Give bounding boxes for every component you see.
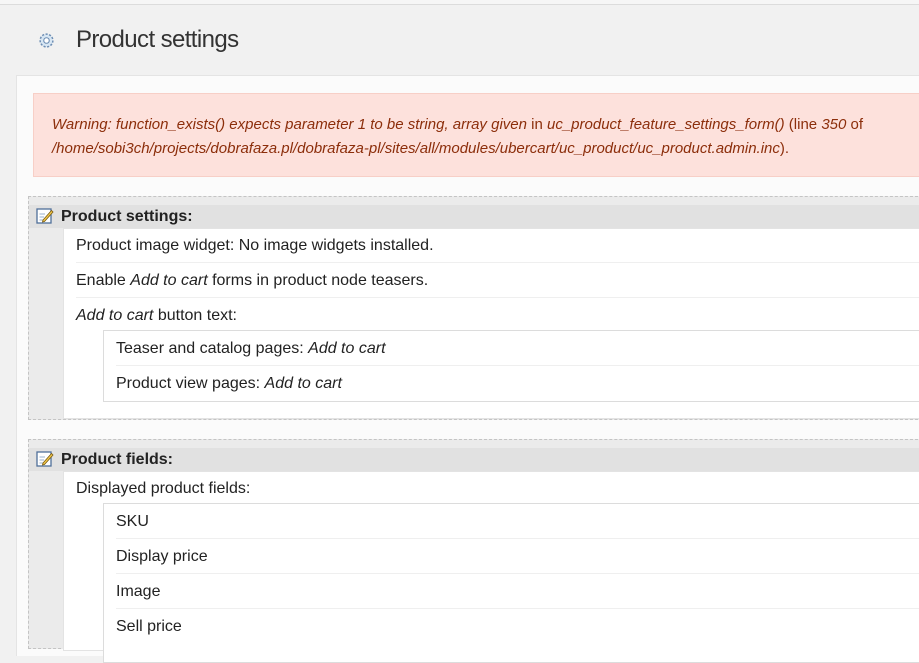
warning-of: of (846, 116, 864, 133)
field-item-sell-price[interactable]: Sell price (116, 609, 919, 644)
warning-in: in (526, 116, 547, 133)
edit-icon[interactable] (36, 450, 54, 468)
enable-add-to-cart-row[interactable]: Enable Add to cart forms in product node… (76, 264, 919, 298)
gear-icon (39, 33, 54, 48)
field-label: Image (116, 583, 161, 600)
field-label: Display price (116, 548, 208, 565)
warning-line-number: 350 (821, 116, 847, 133)
product-fields-fieldset: Product fields: Displayed product fields… (28, 439, 919, 663)
teaser-pages-row[interactable]: Teaser and catalog pages: Add to cart (116, 331, 919, 366)
warning-prefix: Warning (52, 116, 108, 133)
enable-emphasis: Add to cart (130, 272, 208, 289)
displayed-fields-row: Displayed product fields: (76, 472, 919, 506)
displayed-fields-label: Displayed product fields: (76, 480, 251, 497)
button-text-row: Add to cart button text: (76, 299, 919, 333)
warning-path: /home/sobi3ch/projects/dobrafaza.pl/dobr… (52, 140, 780, 157)
product-settings-title: Product settings: (61, 208, 193, 225)
field-item-image[interactable]: Image (116, 574, 919, 609)
field-item-sku[interactable]: SKU (116, 504, 919, 539)
warning-suffix: ). (779, 140, 790, 157)
page-title: Product settings (76, 26, 239, 53)
button-text-emphasis: Add to cart (76, 307, 154, 324)
warning-message: Warning: function_exists() expects param… (33, 93, 919, 177)
product-fields-legend: Product fields: (29, 448, 919, 471)
warning-line-prefix: (line (784, 116, 822, 133)
product-settings-panel: Product image widget: No image widgets i… (63, 228, 919, 419)
edit-icon[interactable] (36, 207, 54, 225)
teaser-value: Add to cart (308, 340, 386, 357)
button-text-suffix: button text: (153, 307, 237, 324)
displayed-fields-subpanel: SKU Display price Image Sell price (103, 503, 919, 663)
view-label: Product view pages: (116, 375, 265, 392)
page-header: Product settings (0, 5, 919, 75)
warning-function: uc_product_feature_settings_form() (546, 116, 785, 133)
view-value: Add to cart (264, 375, 342, 392)
image-widget-text: Product image widget: No image widgets i… (76, 237, 434, 254)
product-settings-legend: Product settings: (29, 205, 919, 228)
field-label: SKU (116, 513, 149, 530)
product-fields-panel: Displayed product fields: SKU Display pr… (63, 471, 919, 663)
field-label: Sell price (116, 618, 182, 635)
warning-text: : function_exists() expects parameter 1 … (107, 116, 527, 133)
enable-prefix: Enable (76, 272, 131, 289)
button-text-subpanel: Teaser and catalog pages: Add to cart Pr… (103, 330, 919, 402)
image-widget-row: Product image widget: No image widgets i… (76, 229, 919, 263)
field-item-display-price[interactable]: Display price (116, 539, 919, 574)
view-pages-row[interactable]: Product view pages: Add to cart (116, 366, 919, 401)
enable-suffix: forms in product node teasers. (207, 272, 429, 289)
product-fields-title: Product fields: (61, 451, 174, 468)
product-settings-fieldset: Product settings: Product image widget: … (28, 196, 919, 420)
teaser-label: Teaser and catalog pages: (116, 340, 309, 357)
